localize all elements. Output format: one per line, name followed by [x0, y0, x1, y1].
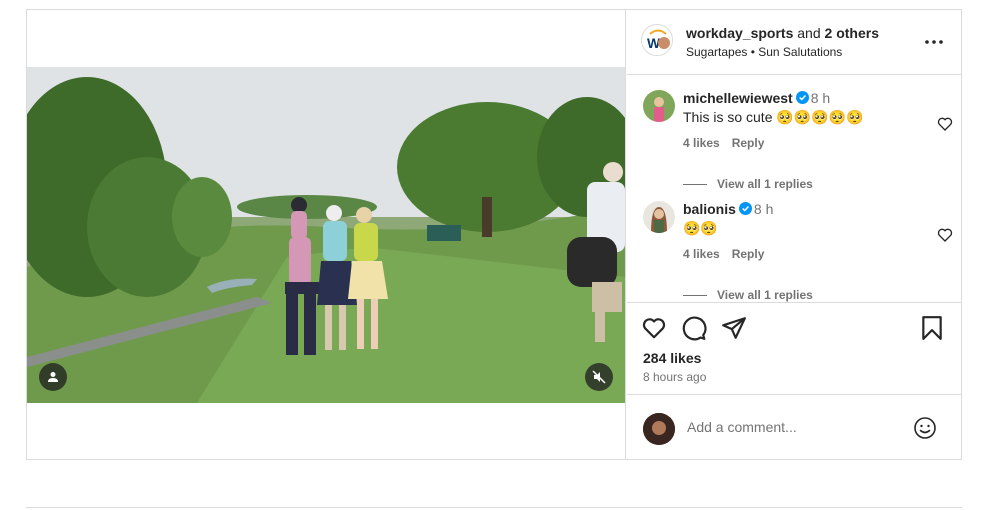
audio-track[interactable]: Sugartapes • Sun Salutations	[686, 45, 842, 59]
post-video[interactable]	[27, 67, 625, 403]
view-replies-button[interactable]: View all 1 replies	[683, 177, 813, 191]
view-replies-label: View all 1 replies	[717, 288, 813, 302]
mute-button[interactable]	[585, 363, 613, 391]
page-divider	[26, 507, 962, 508]
view-replies-label: View all 1 replies	[717, 177, 813, 191]
comment-icon[interactable]	[681, 315, 707, 341]
comment-time: 8 h	[753, 201, 774, 217]
action-bar	[641, 315, 747, 341]
comment-header: balionis 8 h	[683, 201, 923, 219]
share-icon[interactable]	[721, 315, 747, 341]
heart-icon[interactable]	[641, 315, 667, 341]
bookmark-icon[interactable]	[919, 315, 945, 341]
heart-icon[interactable]	[937, 116, 953, 132]
comment-meta: 4 likes Reply	[683, 136, 923, 150]
mute-icon	[592, 370, 606, 384]
verified-icon	[795, 91, 809, 104]
comment-likes[interactable]: 4 likes	[683, 247, 720, 261]
avatar-image	[643, 201, 675, 233]
commenter-username[interactable]: michellewiewest	[683, 90, 793, 106]
user-tag-icon	[48, 372, 58, 382]
authors-joiner: and	[793, 25, 825, 41]
tagged-users-button[interactable]	[39, 363, 67, 391]
comments-list: michellewiewest 8 h This is so cute 🥺🥺🥺🥺🥺…	[627, 76, 961, 302]
comment-body: michellewiewest 8 h This is so cute 🥺🥺🥺🥺🥺…	[683, 90, 923, 150]
author-avatar[interactable]: W	[641, 24, 673, 56]
post-likes[interactable]: 284 likes	[643, 350, 701, 366]
author-username[interactable]: workday_sports	[686, 25, 793, 41]
current-user-avatar	[643, 413, 675, 445]
comment-input[interactable]	[687, 419, 907, 435]
instagram-post: W workday_sports and 2 others Sugartapes…	[26, 9, 962, 460]
post-actions: 284 likes 8 hours ago	[627, 302, 961, 393]
commenter-username[interactable]: balionis	[683, 201, 736, 217]
reply-button[interactable]: Reply	[732, 247, 765, 261]
golf-course-scene	[27, 67, 625, 403]
workday-logo: W	[642, 25, 672, 55]
comment-time: 8 h	[810, 90, 831, 106]
comment-header: michellewiewest 8 h	[683, 90, 923, 108]
commenter-avatar[interactable]	[643, 201, 675, 233]
replies-divider	[683, 294, 707, 296]
comment-text: This is so cute 🥺🥺🥺🥺🥺	[683, 109, 864, 125]
avatar-image	[643, 90, 675, 122]
view-replies-button[interactable]: View all 1 replies	[683, 288, 813, 302]
verified-icon	[738, 202, 752, 215]
avatar-image	[643, 413, 675, 445]
post-authors: workday_sports and 2 others	[686, 25, 879, 41]
comment-meta: 4 likes Reply	[683, 247, 923, 261]
replies-divider	[683, 183, 707, 185]
comment-body: balionis 8 h 🥺🥺 4 likes Reply	[683, 201, 923, 261]
media-column	[27, 10, 626, 459]
more-icon	[925, 40, 943, 44]
more-options-button[interactable]	[925, 32, 943, 44]
add-comment-section	[627, 394, 961, 459]
post-sidebar: W workday_sports and 2 others Sugartapes…	[627, 10, 961, 459]
post-header: W workday_sports and 2 others Sugartapes…	[627, 10, 961, 75]
other-authors[interactable]: 2 others	[825, 25, 879, 41]
commenter-avatar[interactable]	[643, 90, 675, 122]
emoji-icon[interactable]	[913, 416, 937, 440]
comment-text: 🥺🥺	[683, 220, 718, 236]
heart-icon[interactable]	[937, 227, 953, 243]
comment-likes[interactable]: 4 likes	[683, 136, 720, 150]
reply-button[interactable]: Reply	[732, 136, 765, 150]
post-timestamp: 8 hours ago	[643, 370, 707, 384]
